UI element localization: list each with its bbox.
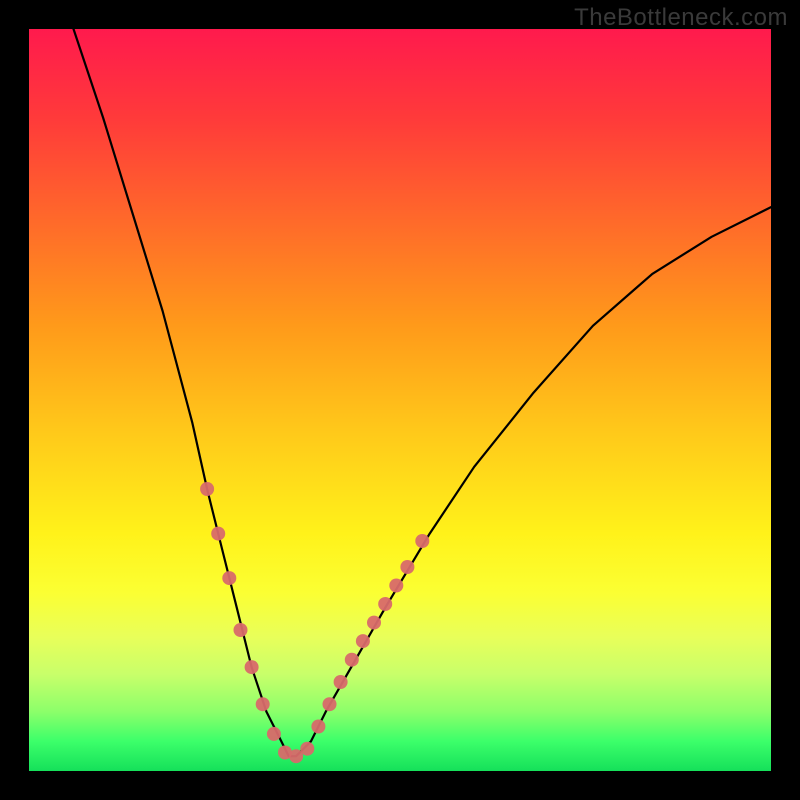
watermark-text: TheBottleneck.com [574, 4, 788, 32]
curve-marker [334, 675, 348, 689]
curve-marker [415, 534, 429, 548]
curve-marker [300, 742, 314, 756]
curve-marker [256, 697, 270, 711]
curve-marker [400, 560, 414, 574]
curve-marker [356, 634, 370, 648]
plot-area [29, 29, 771, 771]
curve-marker [245, 660, 259, 674]
curve-marker [323, 697, 337, 711]
curve-marker [234, 623, 248, 637]
curve-marker [378, 597, 392, 611]
curve-marker [200, 482, 214, 496]
chart-frame: TheBottleneck.com [0, 0, 800, 800]
curve-marker [222, 571, 236, 585]
curve-marker [311, 720, 325, 734]
curve-marker [367, 616, 381, 630]
curve-marker [211, 527, 225, 541]
curve-layer [29, 29, 771, 771]
curve-marker [267, 727, 281, 741]
bottleneck-curve [74, 29, 772, 756]
curve-marker [389, 579, 403, 593]
curve-marker [345, 653, 359, 667]
